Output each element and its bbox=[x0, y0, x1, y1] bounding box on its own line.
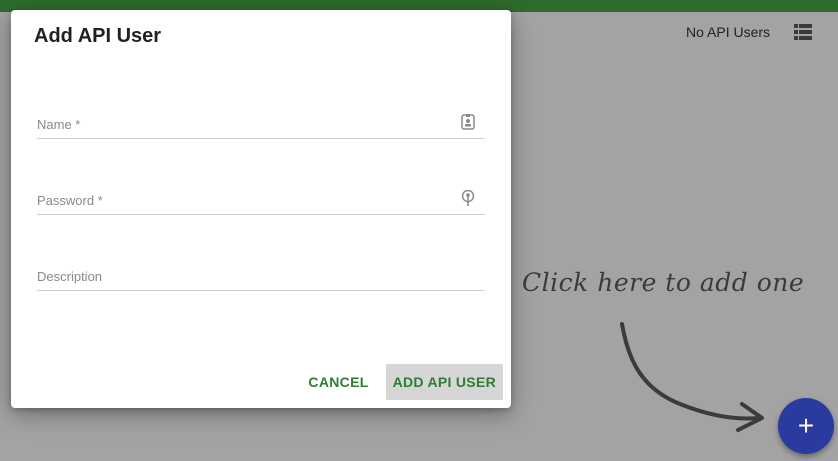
add-api-user-dialog: Add API User CANCEL ADD API USER bbox=[11, 10, 511, 408]
description-field[interactable] bbox=[37, 264, 485, 291]
hint-arrow-icon bbox=[620, 322, 764, 432]
add-hint-text: Click here to add one bbox=[522, 268, 805, 297]
id-badge-icon bbox=[461, 114, 475, 130]
key-icon bbox=[461, 190, 475, 206]
dialog-actions: CANCEL ADD API USER bbox=[301, 364, 503, 400]
name-input[interactable] bbox=[37, 112, 457, 136]
cancel-button[interactable]: CANCEL bbox=[301, 364, 375, 400]
list-view-icon[interactable] bbox=[794, 24, 812, 40]
name-field[interactable] bbox=[37, 112, 485, 139]
add-api-user-fab[interactable]: + bbox=[778, 398, 834, 454]
add-api-user-button[interactable]: ADD API USER bbox=[385, 364, 503, 400]
password-input[interactable] bbox=[37, 188, 457, 212]
dialog-title: Add API User bbox=[34, 25, 162, 47]
description-input[interactable] bbox=[37, 264, 457, 288]
password-field[interactable] bbox=[37, 188, 485, 215]
plus-icon: + bbox=[797, 410, 815, 441]
api-users-status: No API Users bbox=[686, 24, 771, 40]
